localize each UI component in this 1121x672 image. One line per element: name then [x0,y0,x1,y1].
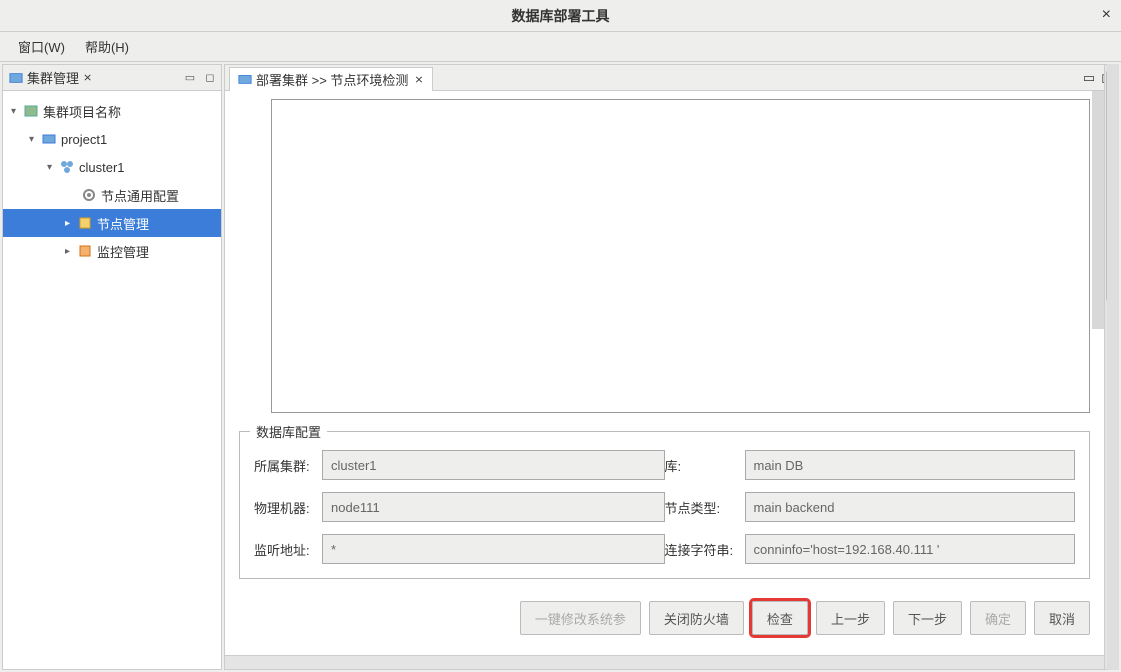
label-db: 库: [665,456,693,475]
input-cluster[interactable] [322,450,665,480]
next-button[interactable]: 下一步 [893,601,962,635]
editor-tab[interactable]: 部署集群 >> 节点环境检测 ⨯ [229,67,433,91]
monitor-icon [77,243,93,259]
fieldset-legend: 数据库配置 [250,422,327,441]
tree-project-label: project1 [61,132,107,147]
tree-project[interactable]: ▾ project1 [3,125,221,153]
window-close-button[interactable]: × [1102,6,1111,24]
check-button[interactable]: 检查 [752,601,808,635]
right-tab-area: 部署集群 >> 节点环境检测 ⨯ ▭ ◻ [225,65,1118,91]
tree-monitor-mgmt-label: 监控管理 [97,242,149,261]
horizontal-scrollbar[interactable] [225,655,1118,669]
label-machine: 物理机器: [254,498,322,517]
label-conn-str: 连接字符串: [665,540,745,559]
window-titlebar: 数据库部署工具 × [0,0,1121,32]
minimize-panel-icon[interactable]: ▭ [183,71,197,85]
tab-close-icon[interactable]: ⨯ [414,73,423,86]
expander-icon[interactable]: ▸ [65,246,77,257]
menu-help[interactable]: 帮助(H) [75,33,139,60]
editor-tab-label: 部署集群 >> 节点环境检测 [256,70,408,89]
expander-icon[interactable]: ▾ [47,162,59,173]
tree-root[interactable]: ▾ 集群项目名称 [3,97,221,125]
cancel-button[interactable]: 取消 [1034,601,1090,635]
left-tab-close-icon[interactable]: ⨯ [83,71,92,84]
label-node-type: 节点类型: [665,498,745,517]
tree-cluster[interactable]: ▾ cluster1 [3,153,221,181]
expander-icon[interactable]: ▾ [29,134,41,145]
minimize-editor-icon[interactable]: ▭ [1083,70,1095,86]
expander-icon[interactable]: ▸ [65,218,77,229]
label-listen-addr: 监听地址: [254,540,322,559]
ok-button[interactable]: 确定 [970,601,1026,635]
tree-node-mgmt[interactable]: ▸ 节点管理 [3,209,221,237]
tree-cluster-label: cluster1 [79,160,125,175]
modify-params-button[interactable]: 一键修改系统参 [520,601,641,635]
workspace: 集群管理 ⨯ ▭ ◻ ▾ 集群项目名称 ▾ project1 ▾ cluster… [0,62,1121,672]
tree-node-config[interactable]: 节点通用配置 [3,181,221,209]
input-listen-addr[interactable] [322,534,665,564]
node-mgmt-icon [77,215,93,231]
menubar: 窗口(W) 帮助(H) [0,32,1121,62]
cluster-icon [59,159,75,175]
input-db[interactable] [745,450,1076,480]
tree-root-label: 集群项目名称 [43,102,121,121]
left-panel-title: 集群管理 [27,68,79,87]
tree-node-mgmt-label: 节点管理 [97,214,149,233]
window-title: 数据库部署工具 [512,6,610,26]
cluster-icon [9,71,23,85]
form-row-2: 物理机器: 节点类型: [254,492,1075,522]
right-panel: 部署集群 >> 节点环境检测 ⨯ ▭ ◻ 数据库配置 所属集群: 库 [224,64,1119,670]
menu-window[interactable]: 窗口(W) [8,33,75,60]
close-firewall-button[interactable]: 关闭防火墙 [649,601,744,635]
db-config-fieldset: 数据库配置 所属集群: 库: 物理机器: [239,431,1090,579]
left-panel: 集群管理 ⨯ ▭ ◻ ▾ 集群项目名称 ▾ project1 ▾ cluster… [2,64,222,670]
form-row-1: 所属集群: 库: [254,450,1075,480]
left-panel-header: 集群管理 ⨯ ▭ ◻ [3,65,221,91]
gear-icon [81,187,97,203]
output-box [271,99,1090,413]
tree-view: ▾ 集群项目名称 ▾ project1 ▾ cluster1 节点通用配置 ▸ [3,91,221,669]
input-node-type[interactable] [745,492,1076,522]
project-root-icon [23,103,39,119]
outer-vertical-scrollbar[interactable] [1107,64,1119,670]
input-conn-str[interactable] [745,534,1076,564]
form-row-3: 监听地址: 连接字符串: [254,534,1075,564]
content-area: 数据库配置 所属集群: 库: 物理机器: [225,91,1118,655]
folder-icon [238,72,252,86]
tree-node-config-label: 节点通用配置 [101,186,179,205]
tree-monitor-mgmt[interactable]: ▸ 监控管理 [3,237,221,265]
input-machine[interactable] [322,492,665,522]
expander-icon[interactable]: ▾ [11,106,23,117]
button-row: 一键修改系统参 关闭防火墙 检查 上一步 下一步 确定 取消 [239,597,1090,647]
label-cluster: 所属集群: [254,456,322,475]
maximize-panel-icon[interactable]: ◻ [203,71,217,85]
project-icon [41,131,57,147]
prev-button[interactable]: 上一步 [816,601,885,635]
